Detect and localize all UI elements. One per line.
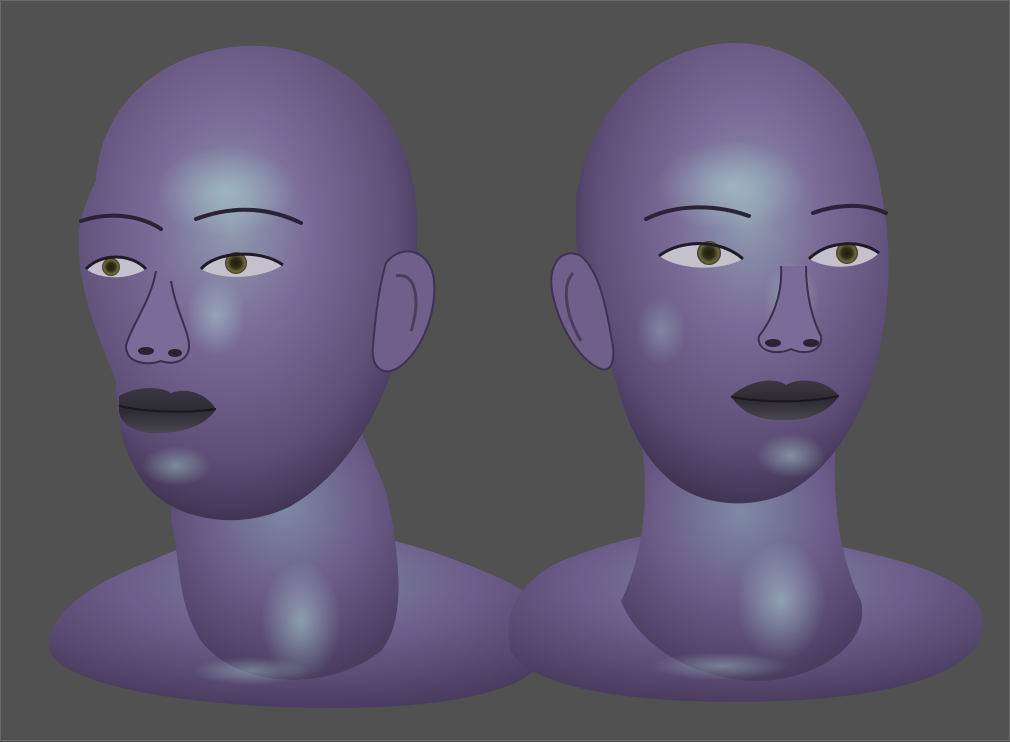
head-model-three-quarter[interactable] [49,45,552,709]
head-model-front[interactable] [508,42,984,702]
head-right [576,42,889,504]
render-canvas[interactable] [1,1,1010,742]
sculpt-viewport[interactable] [0,0,1010,741]
